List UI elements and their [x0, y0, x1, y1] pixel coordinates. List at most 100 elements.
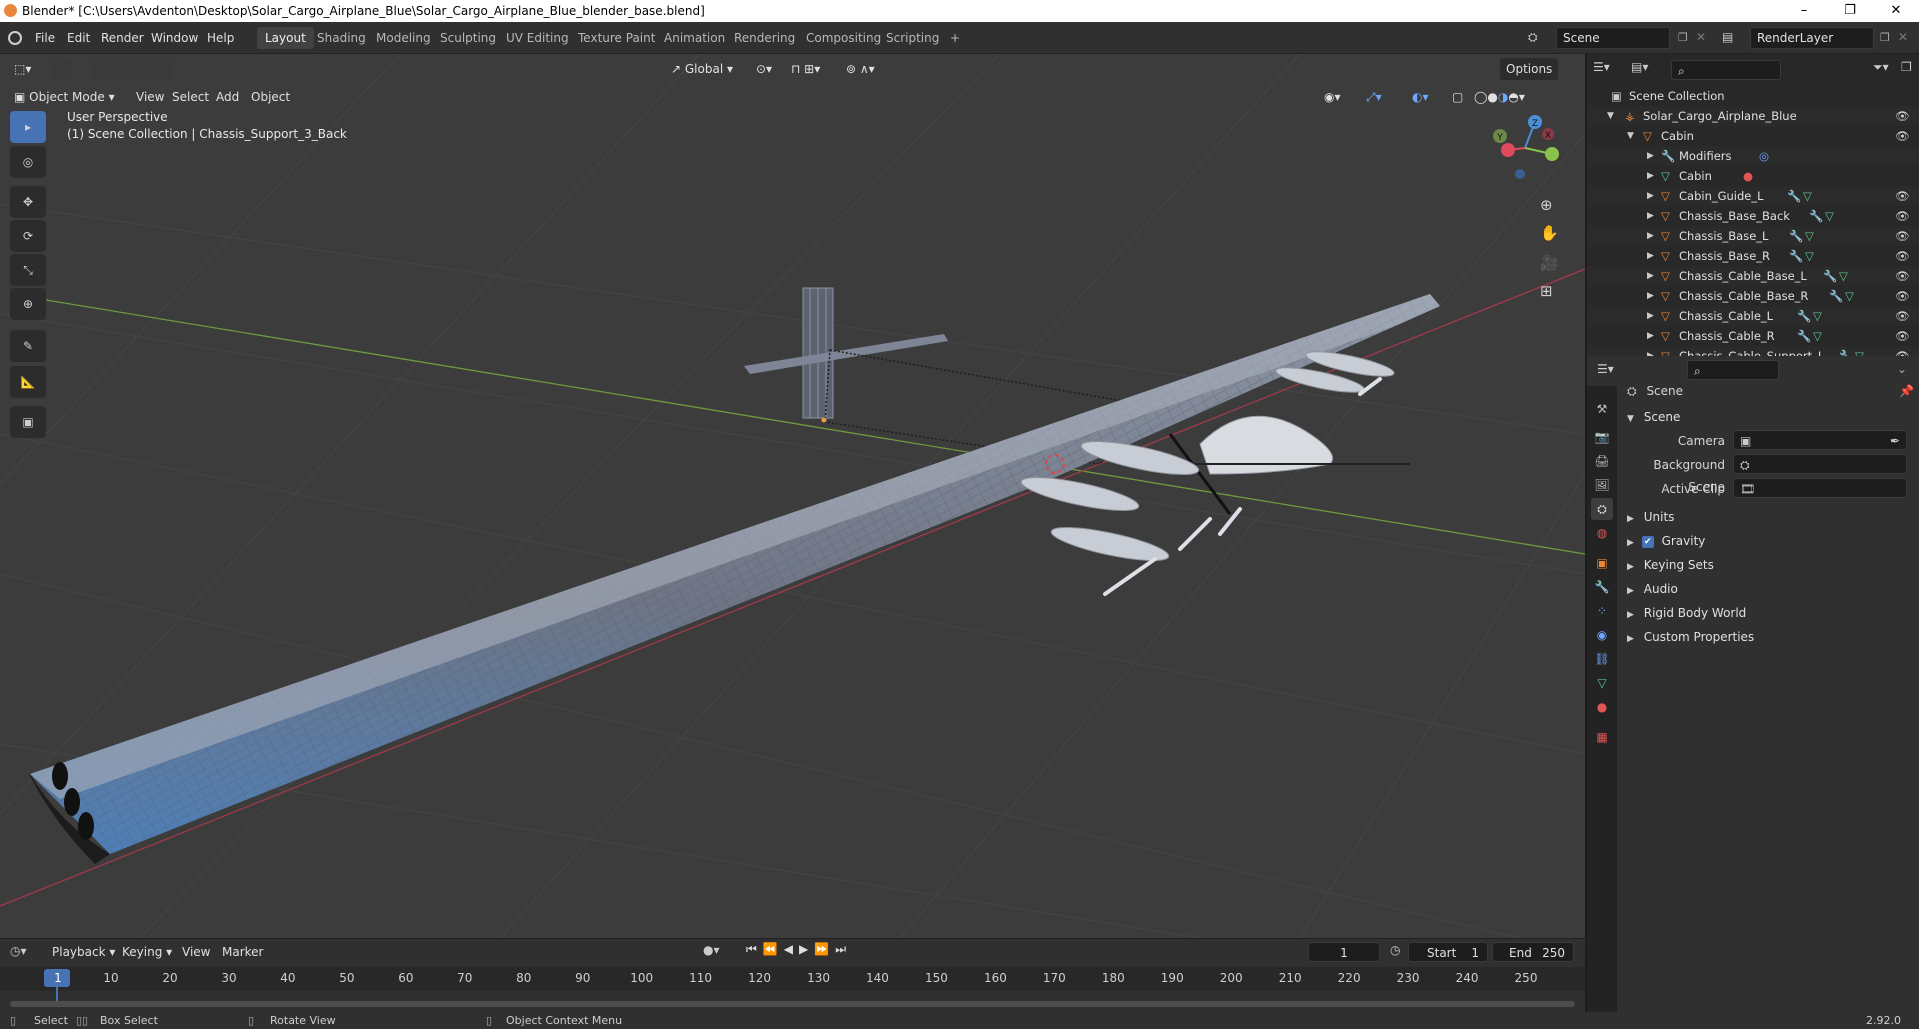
expand-arrow-icon[interactable]: ▶: [1647, 306, 1654, 326]
tab-sculpting[interactable]: Sculpting: [432, 27, 504, 49]
tab-modeling[interactable]: Modeling: [368, 27, 439, 49]
render-tab-icon[interactable]: 📷: [1591, 426, 1613, 448]
output-tab-icon[interactable]: 🖨: [1591, 450, 1613, 472]
transform-orientation-dropdown[interactable]: ↗ Global ▾: [665, 58, 739, 80]
select-box-tool-icon[interactable]: ▸: [10, 111, 46, 143]
menu-view[interactable]: View: [130, 86, 170, 108]
tab-texture-paint[interactable]: Texture Paint: [570, 27, 663, 49]
tab-rendering[interactable]: Rendering: [726, 27, 803, 49]
cursor-tool-icon[interactable]: ◎: [10, 146, 46, 178]
expand-arrow-icon[interactable]: ▶: [1647, 326, 1654, 346]
annotate-tool-icon[interactable]: ✎: [10, 330, 46, 362]
scale-tool-icon[interactable]: ⤡: [10, 254, 46, 286]
visibility-eye-icon[interactable]: 👁: [1895, 186, 1910, 206]
units-panel-header[interactable]: ▶ Units: [1627, 506, 1917, 528]
new-scene-icon[interactable]: ❐: [1678, 31, 1688, 44]
expand-arrow-icon[interactable]: ▶: [1647, 266, 1654, 286]
scene-panel-header[interactable]: ▼ Scene: [1627, 406, 1917, 428]
visibility-eye-icon[interactable]: 👁: [1895, 206, 1910, 226]
filter-icon[interactable]: ⏷▾: [1873, 60, 1889, 75]
view-layer-tab-icon[interactable]: 🖼: [1591, 474, 1613, 496]
pin-icon[interactable]: 📌: [1899, 380, 1914, 402]
select-tool-icon[interactable]: [50, 58, 72, 80]
options-dropdown[interactable]: Options: [1500, 58, 1559, 80]
tab-compositing[interactable]: Compositing: [798, 27, 889, 49]
menu-select[interactable]: Select: [166, 86, 215, 108]
outliner-row[interactable]: ▶ ▽ Chassis_Base_R 🔧 ▽ 👁: [1587, 246, 1919, 266]
tab-layout[interactable]: Layout: [257, 27, 314, 49]
expand-arrow-icon[interactable]: ▶: [1647, 166, 1654, 186]
render-layer-icon[interactable]: ▤: [1722, 30, 1733, 44]
tab-scripting[interactable]: Scripting: [878, 27, 947, 49]
properties-editor-type-icon[interactable]: ☰▾: [1597, 362, 1614, 376]
properties-options-icon[interactable]: ⌄: [1897, 362, 1907, 376]
menu-help[interactable]: Help: [200, 22, 241, 54]
constraints-tab-icon[interactable]: ⛓: [1591, 648, 1613, 670]
gravity-checkbox[interactable]: ✔: [1641, 535, 1654, 548]
eyedropper-icon[interactable]: ✒: [1890, 431, 1900, 451]
outliner-editor-type-icon[interactable]: ☰▾: [1593, 60, 1623, 80]
expand-arrow-icon[interactable]: ▶: [1647, 226, 1654, 246]
pivot-icon[interactable]: ⊙▾: [750, 58, 778, 80]
pan-hand-icon[interactable]: ✋: [1540, 224, 1559, 242]
particles-tab-icon[interactable]: ⁘: [1591, 600, 1613, 622]
menu-file[interactable]: File: [28, 22, 62, 54]
gizmo-icon[interactable]: ⤢▾: [1360, 86, 1388, 108]
add-workspace-button[interactable]: +: [942, 27, 968, 49]
overlay-icon[interactable]: ◐▾: [1406, 86, 1435, 108]
world-tab-icon[interactable]: ◍: [1591, 522, 1613, 544]
visibility-eye-icon[interactable]: 👁: [1895, 286, 1910, 306]
move-tool-icon[interactable]: ✥: [10, 186, 46, 218]
expand-arrow-icon[interactable]: ▶: [1647, 186, 1654, 206]
active-clip-field[interactable]: 🎞: [1733, 478, 1907, 498]
visibility-eye-icon[interactable]: 👁: [1895, 326, 1910, 346]
tab-uv-editing[interactable]: UV Editing: [498, 27, 577, 49]
display-mode-icon[interactable]: ▤▾: [1631, 60, 1657, 80]
object-tab-icon[interactable]: ▣: [1591, 552, 1613, 574]
expand-arrow-icon[interactable]: ▶: [1647, 246, 1654, 266]
outliner-row[interactable]: ▶ ▽ Chassis_Cable_Base_L 🔧 ▽ 👁: [1587, 266, 1919, 286]
expand-arrow-icon[interactable]: ▶: [1647, 206, 1654, 226]
delete-scene-icon[interactable]: ✕: [1696, 30, 1706, 44]
rotate-tool-icon[interactable]: ⟳: [10, 220, 46, 252]
visibility-icon[interactable]: ◉▾: [1318, 86, 1347, 108]
render-layer-selector[interactable]: RenderLayer: [1750, 27, 1874, 49]
close-button[interactable]: ✕: [1873, 0, 1919, 22]
outliner-row[interactable]: ▶ ▽ Chassis_Base_L 🔧 ▽ 👁: [1587, 226, 1919, 246]
background-scene-field[interactable]: ⛭: [1733, 454, 1907, 474]
delete-render-layer-icon[interactable]: ✕: [1898, 30, 1908, 44]
selection-mode-icons[interactable]: [90, 58, 174, 80]
visibility-eye-icon[interactable]: 👁: [1895, 126, 1910, 146]
shading-mode-icons[interactable]: ◯●◑◓▾: [1468, 86, 1531, 108]
visibility-eye-icon[interactable]: 👁: [1895, 266, 1910, 286]
scene-icon[interactable]: ⛭: [1528, 30, 1544, 46]
menu-edit[interactable]: Edit: [60, 22, 97, 54]
add-cube-tool-icon[interactable]: ▣: [10, 406, 46, 438]
visibility-eye-icon[interactable]: 👁: [1895, 226, 1910, 246]
navigation-gizmo[interactable]: Z Y X: [1490, 110, 1560, 180]
menu-window[interactable]: Window: [144, 22, 205, 54]
visibility-eye-icon[interactable]: 👁: [1895, 106, 1910, 126]
new-render-layer-icon[interactable]: ❐: [1880, 31, 1890, 44]
zoom-icon[interactable]: ⊕: [1540, 196, 1553, 214]
proportional-edit-icon[interactable]: ⊚ ∧▾: [840, 58, 881, 80]
gravity-panel-header[interactable]: ▶ ✔ Gravity: [1627, 530, 1917, 552]
3d-viewport[interactable]: ⬚▾ ↗ Global ▾ ⊙▾ ⊓ ⊞▾ ⊚ ∧▾ Options ▣ Obj…: [0, 54, 1585, 938]
keying-sets-panel-header[interactable]: ▶ Keying Sets: [1627, 554, 1917, 576]
modifier-tab-icon[interactable]: 🔧: [1591, 576, 1613, 598]
visibility-eye-icon[interactable]: 👁: [1895, 246, 1910, 266]
texture-tab-icon[interactable]: ▦: [1591, 726, 1613, 748]
outliner-row[interactable]: ▼ ▽ Cabin 👁: [1587, 126, 1919, 146]
outliner-row[interactable]: ▼ ⚶ Solar_Cargo_Airplane_Blue 👁: [1587, 106, 1919, 126]
outliner-search-input[interactable]: ⌕: [1671, 60, 1781, 80]
expand-arrow-icon[interactable]: ▼: [1607, 106, 1614, 126]
physics-tab-icon[interactable]: ◉: [1591, 624, 1613, 646]
scene-selector[interactable]: Scene: [1556, 27, 1670, 49]
maximize-button[interactable]: ❐: [1827, 0, 1873, 22]
menu-add[interactable]: Add: [210, 86, 245, 108]
outliner-row[interactable]: ▶ ▽ Chassis_Base_Back 🔧 ▽ 👁: [1587, 206, 1919, 226]
audio-panel-header[interactable]: ▶ Audio: [1627, 578, 1917, 600]
expand-arrow-icon[interactable]: ▶: [1647, 146, 1654, 166]
rigid-body-world-panel-header[interactable]: ▶ Rigid Body World: [1627, 602, 1917, 624]
camera-field[interactable]: ▣ ✒: [1733, 430, 1907, 450]
